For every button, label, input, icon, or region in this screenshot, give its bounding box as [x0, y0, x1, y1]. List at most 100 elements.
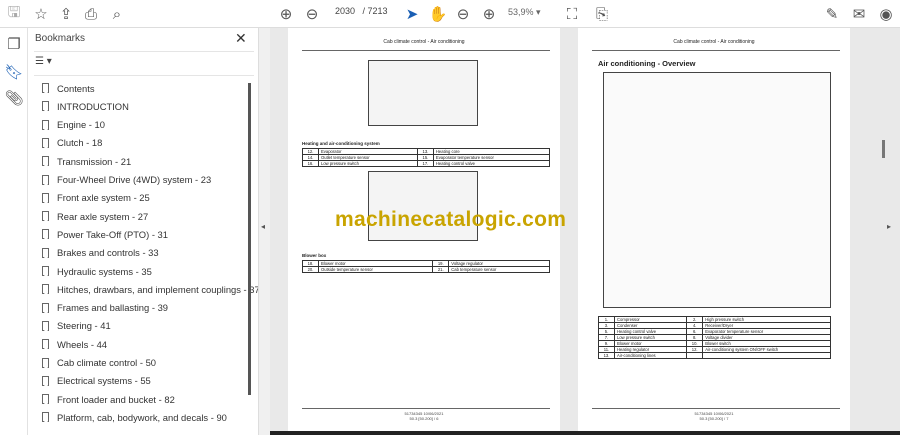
watermark: machinecatalogic.com — [335, 208, 567, 231]
bookmark-item[interactable]: Platform, cab, bodywork, and decals - 90 — [42, 408, 227, 426]
section-heading: Blower box — [302, 253, 327, 258]
close-panel-button[interactable]: ✕ — [235, 30, 247, 47]
prev-page-icon[interactable]: ⊕︎ — [276, 4, 296, 24]
bookmark-label: Hitches, drawbars, and implement couplin… — [57, 283, 260, 295]
bookmark-item[interactable]: Engine - 10 — [42, 116, 105, 134]
bookmark-label: Platform, cab, bodywork, and decals - 90 — [57, 411, 227, 423]
bookmark-label: Four-Wheel Drive (4WD) system - 23 — [57, 174, 212, 185]
document-scrollbar[interactable] — [882, 140, 885, 158]
bookmark-label: Electrical systems - 55 — [57, 375, 151, 387]
bookmark-item[interactable]: Electrical systems - 55 — [42, 372, 151, 390]
hand-tool-icon[interactable]: ✋ — [428, 4, 448, 24]
bookmark-options-button[interactable]: ☰ ▾ — [35, 56, 52, 67]
parts-table: 1. Compressor 2. High pressure switch 3. Cond… — [598, 316, 831, 359]
part-name: Cab temperature sensor — [448, 266, 550, 273]
bookmark-item[interactable]: Front axle system - 25 — [42, 189, 150, 207]
next-page-icon[interactable]: ⊖︎ — [302, 4, 322, 24]
bookmark-item[interactable]: Hitches, drawbars, and implement couplin… — [42, 280, 260, 298]
bookmark-item[interactable]: INTRODUCTION — [42, 97, 129, 115]
part-number: 21. — [432, 266, 450, 273]
zoom-in-icon[interactable]: ⊕ — [479, 4, 499, 24]
part-number: 13. — [598, 352, 615, 359]
bookmark-icon — [42, 101, 49, 112]
total-pages: / 7213 — [362, 6, 388, 16]
zoom-select[interactable]: 53,9% ▾ — [508, 7, 541, 18]
left-rail: ❐ 🔖︎ 📎︎ — [0, 28, 28, 435]
page-header: Cab climate control - Air conditioning — [383, 39, 465, 45]
bookmark-label: Front loader and bucket - 82 — [57, 393, 175, 405]
page-fit-icon[interactable]: ⛶ — [562, 4, 582, 24]
bookmark-label: INTRODUCTION — [57, 100, 129, 112]
bookmark-label: Hydraulic systems - 35 — [57, 265, 152, 277]
panel-splitter[interactable]: ◂ — [258, 28, 270, 435]
bookmark-item[interactable]: Clutch - 18 — [42, 134, 102, 152]
bookmark-icon — [42, 192, 49, 203]
bookmark-icon — [42, 375, 49, 386]
print-icon[interactable]: ⎙ — [81, 4, 101, 24]
bookmark-icon — [42, 174, 49, 185]
footer-page-ref: 50.3 [50.200] / 6 — [409, 416, 439, 421]
save-icon[interactable]: 🖫 — [4, 4, 24, 24]
bookmark-icon — [42, 412, 49, 423]
account-icon[interactable]: ◉ — [876, 4, 896, 24]
bookmark-icon — [42, 357, 49, 368]
panel-scrollbar[interactable] — [248, 83, 251, 395]
bookmark-icon — [42, 137, 49, 148]
bookmarks-panel: Bookmarks ✕ ☰ ▾ Contents INTRODUCTION Engi… — [28, 28, 260, 435]
bookmark-icon — [42, 83, 49, 93]
bookmark-item[interactable]: Wheels - 44 — [42, 335, 107, 353]
footer-page-ref: 50.3 [50.200] / 7 — [699, 416, 729, 421]
bookmark-item[interactable]: Frames and ballasting - 39 — [42, 299, 168, 317]
part-name — [702, 352, 831, 359]
part-number — [686, 352, 704, 359]
page-thumbnails-icon[interactable]: ❐ — [4, 34, 24, 54]
part-name: Low pressure switch — [318, 160, 418, 167]
parts-table: 18. Blower motor 19. Voltage regulator 20. Ou… — [302, 260, 550, 273]
sign-icon[interactable]: ✎ — [822, 4, 842, 24]
bookmark-icon — [42, 229, 49, 240]
collapse-arrow-icon[interactable]: ◂ — [261, 222, 265, 231]
parts-table: 12. Evaporator 13. Heating core 14. Outlet te… — [302, 148, 551, 167]
bookmark-item[interactable]: Cab climate control - 50 — [42, 354, 156, 372]
page-header: Cab climate control - Air conditioning — [673, 39, 755, 45]
bookmark-icon — [42, 394, 49, 405]
page-right: Cab climate control - Air conditioning A… — [578, 28, 850, 435]
bookmark-item[interactable]: Four-Wheel Drive (4WD) system - 23 — [42, 171, 211, 189]
mail-icon[interactable]: ✉ — [849, 4, 869, 24]
bookmark-icon — [42, 284, 49, 295]
bookmarks-icon[interactable]: 🔖︎ — [4, 62, 24, 82]
bookmark-icon — [42, 119, 49, 130]
bookmark-icon — [42, 247, 49, 258]
search-icon[interactable]: ⌕ — [107, 4, 127, 24]
bookmark-item[interactable]: Power Take-Off (PTO) - 31 — [42, 225, 168, 243]
figure-tractor-overview — [603, 72, 831, 308]
part-name: Outside temperature sensor — [317, 266, 434, 273]
bookmark-item[interactable]: Contents — [42, 79, 95, 97]
bookmark-item[interactable]: Transmission - 21 — [42, 152, 131, 170]
zoom-value: 53,9% — [508, 7, 534, 17]
page-title: Air conditioning - Overview — [598, 59, 696, 68]
scroll-mode-icon[interactable]: ⎘ — [592, 4, 612, 24]
select-cursor-icon[interactable]: ➤ — [402, 4, 422, 24]
bookmark-label: Brakes and controls - 33 — [57, 247, 159, 259]
figure-heating-unit — [368, 60, 478, 126]
bookmark-item[interactable]: Steering - 41 — [42, 317, 111, 335]
table-row: 20. Outside temperature sensor 21. Cab temp… — [302, 266, 550, 273]
bookmark-icon — [42, 211, 49, 222]
bookmark-label: Clutch - 18 — [57, 137, 103, 149]
bookmark-star-icon[interactable]: ☆ — [31, 4, 51, 24]
zoom-out-icon[interactable]: ⊖ — [453, 4, 473, 24]
section-heading: Heating and air-conditioning system — [302, 141, 380, 146]
page-number-input[interactable]: 2030 — [330, 6, 360, 16]
bookmark-item[interactable]: Hydraulic systems - 35 — [42, 262, 152, 280]
bookmark-item[interactable]: Rear axle system - 27 — [42, 207, 148, 225]
expand-right-arrow-icon[interactable]: ▸ — [887, 222, 891, 231]
attachments-icon[interactable]: 📎︎ — [4, 88, 24, 108]
part-name: Heating control valve — [432, 160, 551, 167]
upload-cloud-icon[interactable]: ⇪ — [56, 4, 76, 24]
bookmark-label: Steering - 41 — [57, 320, 111, 332]
table-row: 13. Air-conditioning lines — [598, 352, 831, 359]
bookmark-item[interactable]: Front loader and bucket - 82 — [42, 390, 175, 408]
bookmark-label: Wheels - 44 — [57, 338, 108, 350]
bookmark-item[interactable]: Brakes and controls - 33 — [42, 244, 159, 262]
